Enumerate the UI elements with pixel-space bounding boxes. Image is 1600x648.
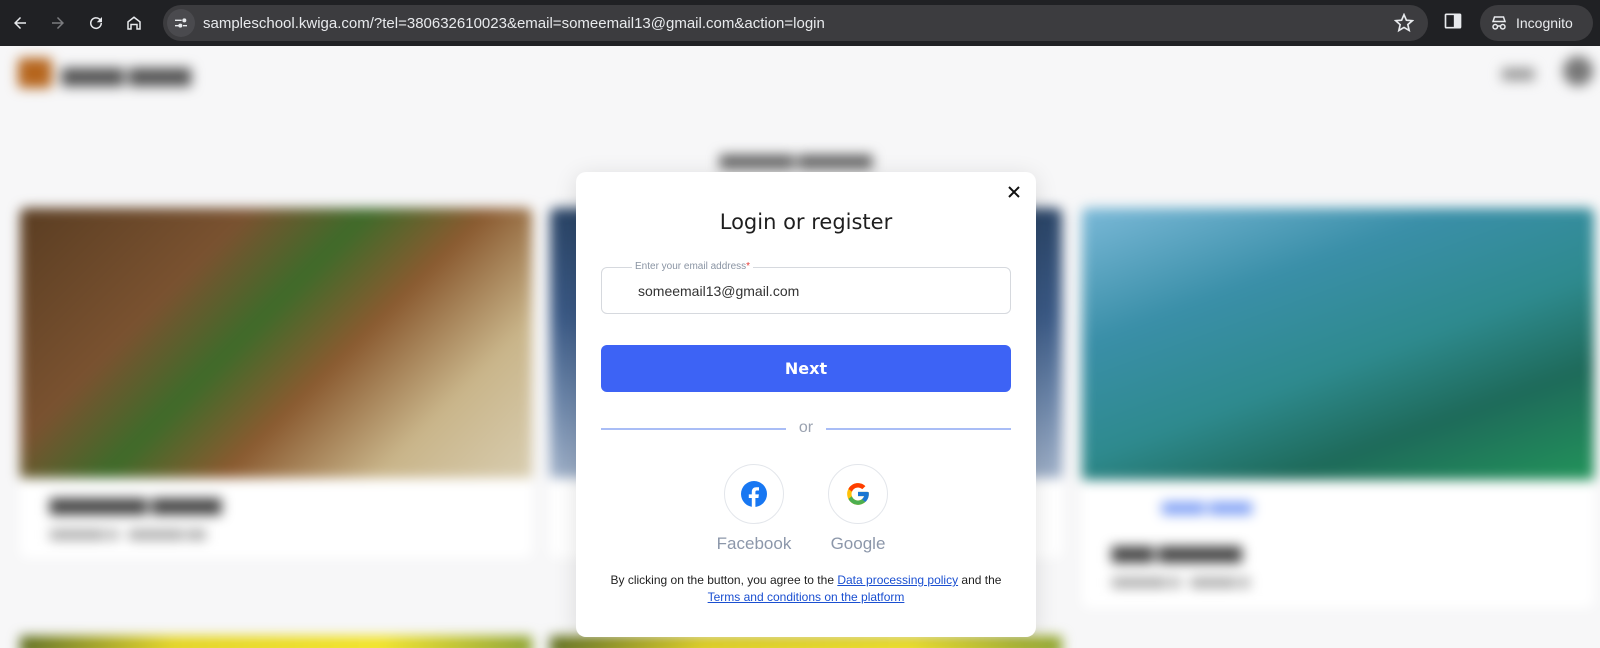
terms-middle: and the: [961, 573, 1002, 587]
course-image: [550, 636, 1062, 648]
data-processing-policy-link[interactable]: Data processing policy: [837, 573, 958, 587]
or-label: or: [798, 419, 814, 436]
course-image: [20, 636, 532, 648]
google-icon: [847, 483, 869, 505]
terms-prefix: By clicking on the button, you agree to …: [610, 573, 834, 587]
site-info-button[interactable]: [167, 9, 195, 37]
course-meta-blurred: ▆▆▆▆▆▆ ▆ · ▆▆▆▆▆ ▆: [1112, 574, 1250, 588]
course-image: [20, 208, 532, 478]
course-image: [1082, 208, 1594, 480]
terms-notice: By clicking on the button, you agree to …: [586, 572, 1026, 606]
avatar: [1563, 56, 1593, 86]
course-title-blurred: ▆▆▆▆▆▆▆ ▆▆▆▆▆: [50, 494, 222, 514]
required-mark: *: [746, 261, 751, 272]
site-login-link-blurred: ▆▆▆: [1502, 64, 1535, 80]
home-button[interactable]: [116, 5, 152, 41]
address-bar[interactable]: sampleschool.kwiga.com/?tel=380632610023…: [163, 5, 1428, 41]
close-icon: [1008, 186, 1020, 198]
side-panel-icon: [1444, 13, 1462, 29]
side-panel-button[interactable]: [1443, 11, 1463, 36]
or-divider: or: [601, 419, 1011, 437]
email-input-value[interactable]: someemail13@gmail.com: [638, 283, 799, 299]
home-icon: [127, 16, 141, 30]
browser-toolbar: sampleschool.kwiga.com/?tel=380632610023…: [0, 0, 1600, 46]
url-text[interactable]: sampleschool.kwiga.com/?tel=380632610023…: [203, 15, 825, 32]
forward-button[interactable]: [40, 5, 76, 41]
close-button[interactable]: [1004, 182, 1024, 202]
next-button[interactable]: Next: [601, 345, 1011, 392]
incognito-icon: [1491, 16, 1507, 30]
reload-button[interactable]: [78, 5, 114, 41]
course-card: ▆▆▆▆ ▆▆▆▆ ▆▆▆ ▆▆▆▆▆▆ ▆▆▆▆▆▆ ▆ · ▆▆▆▆▆ ▆: [1082, 208, 1594, 608]
email-label-text: Enter your email address: [635, 261, 747, 272]
course-meta-blurred: ▆▆▆▆▆▆ ▆ · ▆▆▆▆▆▆ ▆▆: [50, 526, 206, 540]
course-card: ▆▆▆▆▆▆▆ ▆▆▆▆▆ ▆▆▆▆▆▆ ▆ · ▆▆▆▆▆▆ ▆▆: [20, 208, 532, 558]
google-button[interactable]: [828, 464, 888, 524]
terms-and-conditions-link[interactable]: Terms and conditions on the platform: [708, 590, 905, 604]
forward-icon: [52, 17, 64, 29]
modal-title: Login or register: [719, 210, 893, 234]
back-icon: [14, 17, 26, 29]
course-title-blurred: ▆▆▆ ▆▆▆▆▆▆: [1112, 542, 1242, 562]
incognito-profile-button[interactable]: Incognito: [1480, 5, 1593, 41]
facebook-button[interactable]: [724, 464, 784, 524]
google-login[interactable]: Google: [818, 464, 898, 554]
facebook-label: Facebook: [716, 534, 792, 553]
email-field[interactable]: Enter your email address* someemail13@gm…: [601, 261, 1011, 314]
google-label: Google: [830, 534, 886, 553]
site-logo: [18, 58, 52, 88]
author-name-blurred: ▆▆▆▆ ▆▆▆▆: [1162, 498, 1253, 514]
site-heading-blurred: ▆▆▆▆▆▆ ▆▆▆▆▆▆: [720, 152, 873, 169]
site-name-blurred: ▆▆▆▆ ▆▆▆▆: [62, 64, 191, 86]
facebook-icon: [741, 481, 767, 507]
bookmark-star-button[interactable]: [1393, 12, 1415, 38]
bookmark-star-icon: [1393, 12, 1415, 33]
reload-icon: [90, 17, 103, 30]
facebook-login[interactable]: Facebook: [714, 464, 794, 554]
back-button[interactable]: [2, 5, 38, 41]
email-field-label: Enter your email address*: [632, 261, 754, 272]
site-info-icon: [175, 18, 187, 28]
profile-label: Incognito: [1516, 15, 1573, 31]
login-modal: Login or register Enter your email addre…: [576, 172, 1036, 637]
